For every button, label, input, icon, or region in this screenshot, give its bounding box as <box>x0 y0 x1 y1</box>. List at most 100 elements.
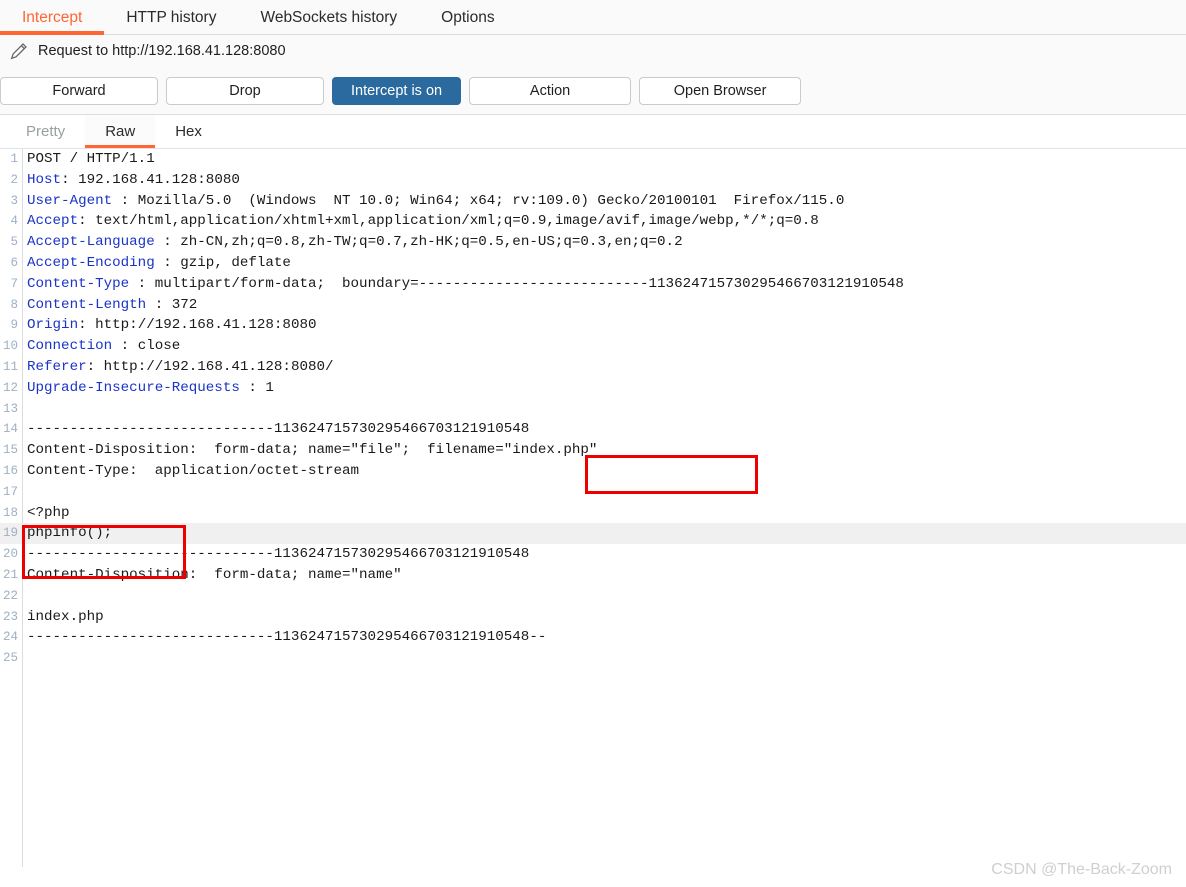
drop-button[interactable]: Drop <box>166 76 324 105</box>
code-line[interactable]: 2 Host: 192.168.41.128:8080 <box>0 170 1186 191</box>
line-text: <?php <box>27 504 70 521</box>
code-line[interactable]: 16 Content-Type: application/octet-stream <box>0 461 1186 482</box>
code-line[interactable]: 24 -----------------------------113624715… <box>0 627 1186 648</box>
line-number: 23 <box>2 609 18 624</box>
tab-pretty[interactable]: Pretty <box>6 115 85 148</box>
line-number: 14 <box>2 422 18 437</box>
line-text: User-Agent : Mozilla/5.0 (Windows NT 10.… <box>27 191 844 212</box>
tab-http-history[interactable]: HTTP history <box>104 0 238 34</box>
code-line[interactable]: 14 -----------------------------113624715… <box>0 419 1186 440</box>
code-line[interactable]: 9 Origin: http://192.168.41.128:8080 <box>0 315 1186 336</box>
header-separator: : <box>154 254 181 271</box>
code-line[interactable]: 12 Upgrade-Insecure-Requests : 1 <box>0 378 1186 399</box>
code-line[interactable]: 25 <box>0 648 1186 669</box>
header-name: Origin <box>27 317 79 334</box>
request-banner: Request to http://192.168.41.128:8080 <box>0 35 1186 67</box>
header-name: Host <box>27 171 62 188</box>
code-line[interactable]: 18 <?php <box>0 503 1186 524</box>
header-value: 192.168.41.128:8080 <box>78 171 240 188</box>
code-line[interactable]: 23 index.php <box>0 607 1186 628</box>
forward-button[interactable]: Forward <box>0 76 158 105</box>
header-name: Upgrade-Insecure-Requests <box>27 379 240 396</box>
header-name: Content-Type <box>27 275 130 292</box>
line-text: Content-Type : multipart/form-data; boun… <box>27 274 904 295</box>
code-line[interactable]: 21 Content-Disposition: form-data; name="… <box>0 565 1186 586</box>
line-text: phpinfo(); <box>27 525 113 542</box>
line-text: Content-Length : 372 <box>27 295 197 316</box>
tab-http-history-label: HTTP history <box>126 9 217 26</box>
line-text: -----------------------------11362471573… <box>27 421 530 438</box>
code-line[interactable]: 4 Accept: text/html,application/xhtml+xml… <box>0 211 1186 232</box>
header-separator: : <box>154 234 181 251</box>
line-number: 6 <box>10 255 18 270</box>
intercept-toggle-label: Intercept is on <box>351 82 443 99</box>
header-value: 372 <box>171 296 198 313</box>
message-format-tab-bar: Pretty Raw Hex <box>0 115 1186 149</box>
tab-raw[interactable]: Raw <box>85 115 156 148</box>
header-value: close <box>137 338 181 355</box>
open-browser-button[interactable]: Open Browser <box>639 76 802 105</box>
drop-button-label: Drop <box>229 82 261 99</box>
tab-intercept[interactable]: Intercept <box>0 0 105 35</box>
tab-options[interactable]: Options <box>419 0 516 34</box>
line-number: 10 <box>2 339 18 354</box>
tab-websockets-history[interactable]: WebSockets history <box>238 0 419 34</box>
code-line[interactable]: 6 Accept-Encoding : gzip, deflate <box>0 253 1186 274</box>
line-number: 22 <box>2 588 18 603</box>
header-name: Connection <box>27 338 113 355</box>
line-number: 13 <box>2 401 18 416</box>
line-number: 3 <box>10 193 18 208</box>
header-value: gzip, deflate <box>180 254 291 271</box>
code-line[interactable]: 13 <box>0 399 1186 420</box>
header-value: multipart/form-data; boundary=----------… <box>154 275 904 292</box>
header-value: 1 <box>265 379 274 396</box>
header-value: http://192.168.41.128:8080/ <box>103 358 334 375</box>
code-line[interactable]: 8 Content-Length : 372 <box>0 295 1186 316</box>
line-number: 12 <box>2 380 18 395</box>
header-separator: : <box>86 358 104 375</box>
tab-pretty-label: Pretty <box>26 123 66 140</box>
line-number: 5 <box>10 235 18 250</box>
header-value: text/html,application/xhtml+xml,applicat… <box>95 213 819 230</box>
header-separator: : <box>129 275 155 292</box>
tab-options-label: Options <box>441 9 495 26</box>
header-name: User-Agent <box>27 192 113 209</box>
line-text: -----------------------------11362471573… <box>27 546 530 563</box>
code-line[interactable]: 20 -----------------------------113624715… <box>0 544 1186 565</box>
code-line[interactable]: 3 User-Agent : Mozilla/5.0 (Windows NT 10… <box>0 191 1186 212</box>
code-line[interactable]: 19 phpinfo(); <box>0 523 1186 545</box>
code-line[interactable]: 7 Content-Type : multipart/form-data; bou… <box>0 274 1186 295</box>
line-number: 4 <box>10 214 18 229</box>
tab-hex[interactable]: Hex <box>155 115 222 148</box>
line-number: 19 <box>2 526 18 541</box>
line-text: Connection : close <box>27 336 180 357</box>
tab-intercept-label: Intercept <box>22 9 83 26</box>
line-text: Content-Disposition: form-data; name="na… <box>27 566 402 583</box>
line-number: 24 <box>2 630 18 645</box>
forward-button-label: Forward <box>52 82 106 99</box>
request-code-lines[interactable]: 1 POST / HTTP/1.1 2 Host: 192.168.41.128:80… <box>0 149 1186 669</box>
tab-raw-label: Raw <box>105 123 136 140</box>
action-button[interactable]: Action <box>469 76 632 105</box>
line-text: Accept-Encoding : gzip, deflate <box>27 253 291 274</box>
line-number: 9 <box>10 318 18 333</box>
header-name: Referer <box>27 358 87 375</box>
header-value: zh-CN,zh;q=0.8,zh-TW;q=0.7,zh-HK;q=0.5,e… <box>180 234 683 251</box>
request-editor[interactable]: 1 POST / HTTP/1.1 2 Host: 192.168.41.128:80… <box>0 149 1186 867</box>
line-number: 16 <box>2 463 18 478</box>
header-separator: : <box>239 379 266 396</box>
intercept-toggle-button[interactable]: Intercept is on <box>332 76 462 105</box>
line-number: 11 <box>2 359 18 374</box>
line-number: 25 <box>2 651 18 666</box>
code-line[interactable]: 15 Content-Disposition: form-data; name="… <box>0 440 1186 461</box>
header-value: Mozilla/5.0 (Windows NT 10.0; Win64; x64… <box>137 192 845 209</box>
code-line[interactable]: 22 <box>0 586 1186 607</box>
code-line[interactable]: 1 POST / HTTP/1.1 <box>0 149 1186 170</box>
code-line[interactable]: 17 <box>0 482 1186 503</box>
code-line[interactable]: 10 Connection : close <box>0 336 1186 357</box>
code-line[interactable]: 5 Accept-Language : zh-CN,zh;q=0.8,zh-TW;… <box>0 232 1186 253</box>
header-name: Accept-Language <box>27 234 155 251</box>
code-line[interactable]: 11 Referer: http://192.168.41.128:8080/ <box>0 357 1186 378</box>
line-text: Accept-Language : zh-CN,zh;q=0.8,zh-TW;q… <box>27 232 683 253</box>
line-number: 8 <box>10 297 18 312</box>
